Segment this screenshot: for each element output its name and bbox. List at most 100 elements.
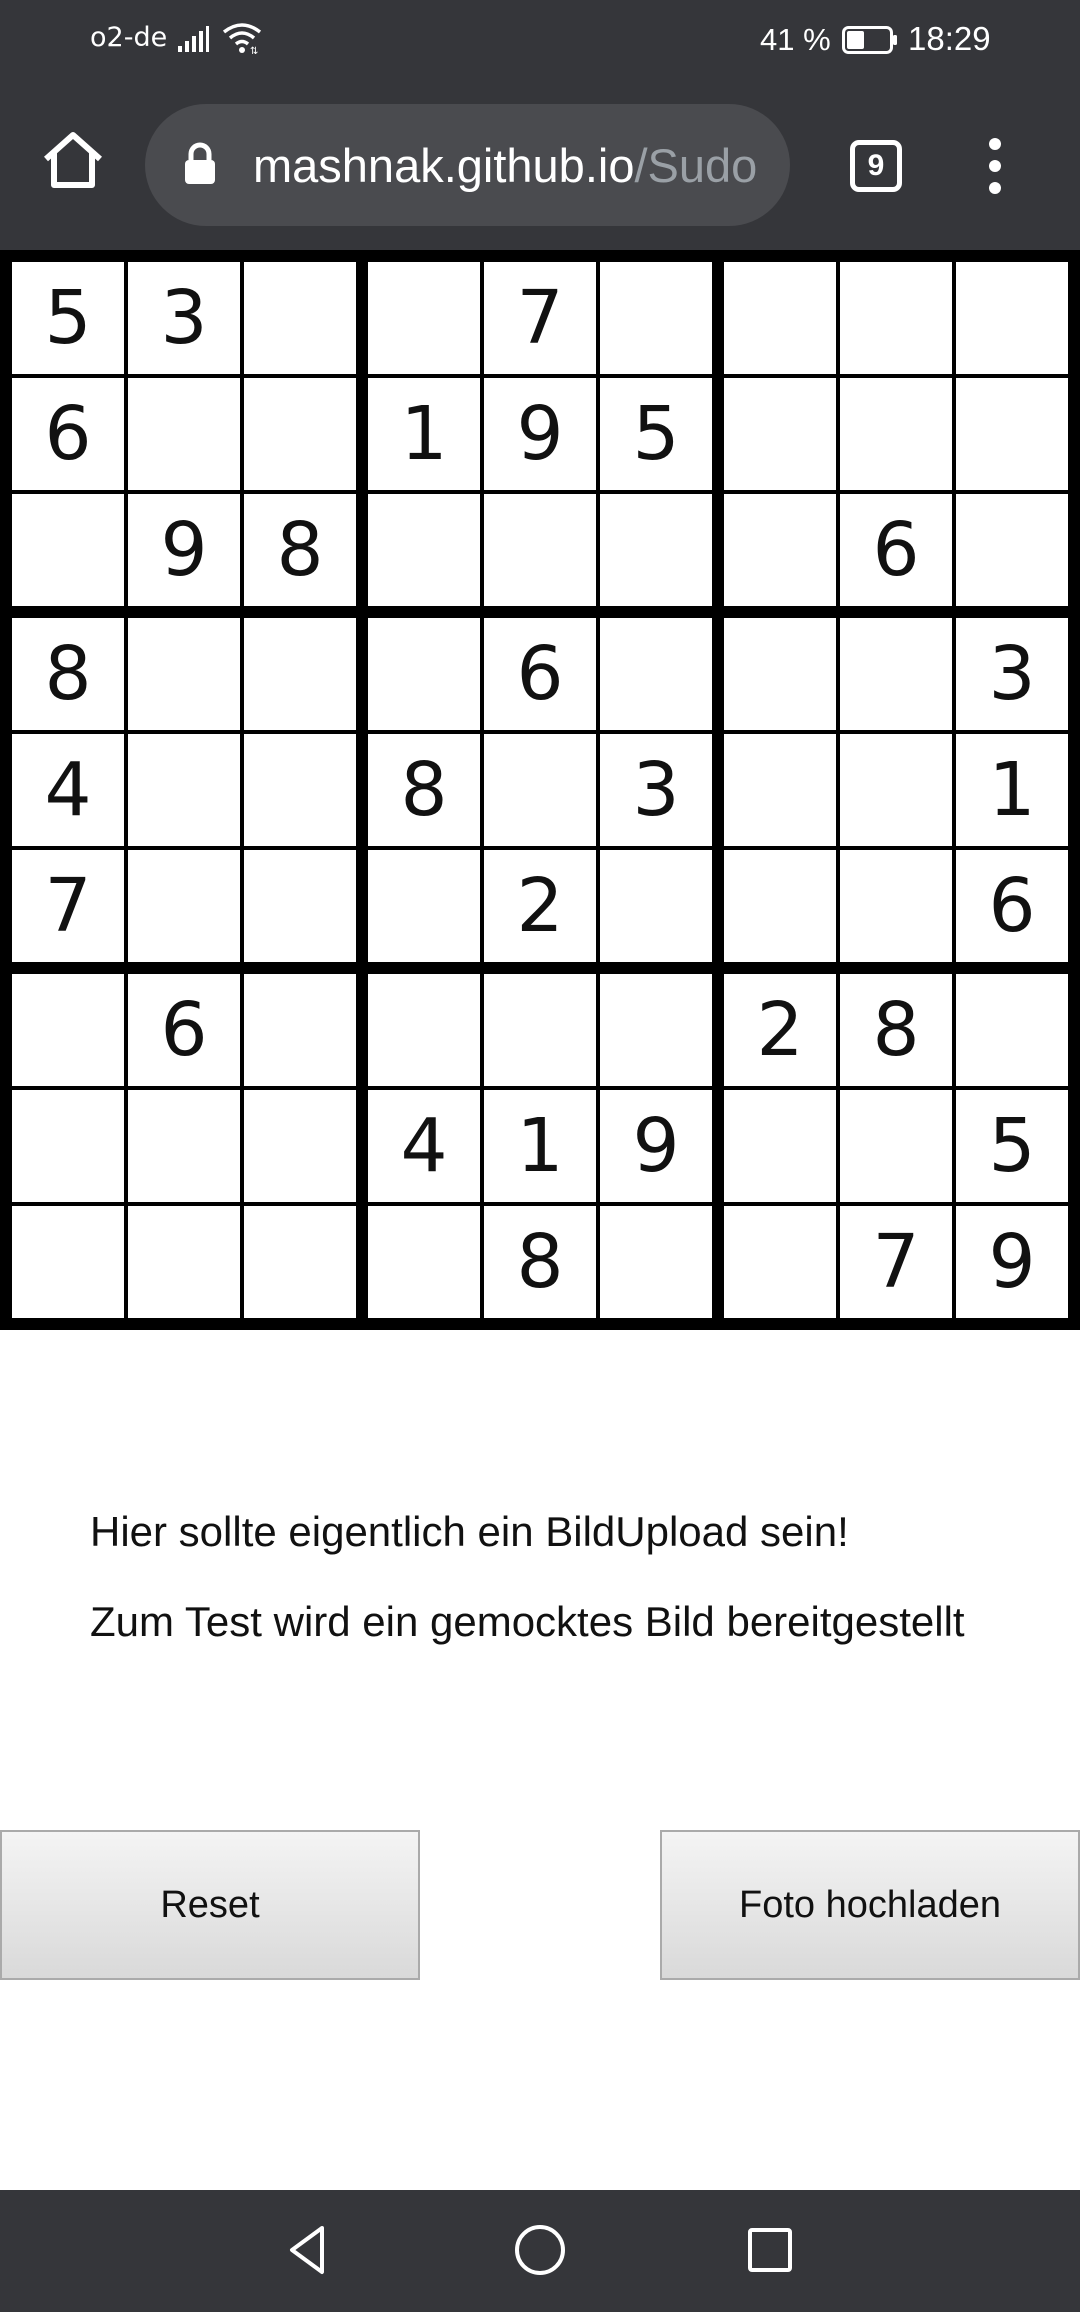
sudoku-cell[interactable] bbox=[244, 618, 356, 730]
sudoku-cell[interactable] bbox=[244, 1206, 356, 1318]
sudoku-cell[interactable] bbox=[724, 1090, 836, 1202]
sudoku-cell[interactable]: 3 bbox=[128, 262, 240, 374]
sudoku-cell[interactable] bbox=[128, 1206, 240, 1318]
sudoku-cell[interactable] bbox=[724, 850, 836, 962]
sudoku-cell[interactable]: 7 bbox=[12, 850, 124, 962]
sudoku-cell[interactable] bbox=[12, 1206, 124, 1318]
home-icon[interactable] bbox=[40, 127, 106, 193]
sudoku-cell[interactable]: 6 bbox=[12, 378, 124, 490]
sudoku-cell[interactable] bbox=[600, 1206, 712, 1318]
sudoku-cell[interactable]: 6 bbox=[956, 850, 1068, 962]
sudoku-cell[interactable] bbox=[724, 494, 836, 606]
sudoku-cell[interactable]: 5 bbox=[600, 378, 712, 490]
recents-icon[interactable] bbox=[740, 2220, 800, 2280]
sudoku-cell[interactable] bbox=[956, 494, 1068, 606]
sudoku-cell[interactable] bbox=[840, 850, 952, 962]
sudoku-cell[interactable]: 9 bbox=[956, 1206, 1068, 1318]
sudoku-cell[interactable]: 4 bbox=[12, 734, 124, 846]
url-bar[interactable]: mashnak.github.io/Sudo bbox=[145, 104, 790, 226]
sudoku-cell[interactable] bbox=[600, 494, 712, 606]
sudoku-cell[interactable]: 1 bbox=[484, 1090, 596, 1202]
url-host: mashnak.github.io bbox=[253, 139, 635, 192]
carrier-label: o2-de bbox=[90, 22, 168, 53]
sudoku-cell[interactable] bbox=[12, 974, 124, 1086]
sudoku-cell[interactable] bbox=[128, 850, 240, 962]
sudoku-cell[interactable] bbox=[600, 974, 712, 1086]
sudoku-cell[interactable] bbox=[368, 974, 480, 1086]
sudoku-cell[interactable]: 5 bbox=[956, 1090, 1068, 1202]
system-nav-bar bbox=[0, 2190, 1080, 2312]
sudoku-cell[interactable] bbox=[724, 262, 836, 374]
sudoku-cell[interactable]: 9 bbox=[600, 1090, 712, 1202]
sudoku-cell[interactable] bbox=[600, 850, 712, 962]
sudoku-cell[interactable] bbox=[724, 618, 836, 730]
sudoku-cell[interactable] bbox=[128, 378, 240, 490]
sudoku-cell[interactable]: 5 bbox=[12, 262, 124, 374]
sudoku-cell[interactable] bbox=[368, 850, 480, 962]
sudoku-cell[interactable]: 8 bbox=[840, 974, 952, 1086]
sudoku-cell[interactable] bbox=[840, 378, 952, 490]
sudoku-cell[interactable] bbox=[484, 974, 596, 1086]
sudoku-cell[interactable]: 6 bbox=[484, 618, 596, 730]
sudoku-cell[interactable] bbox=[840, 734, 952, 846]
sudoku-cell[interactable]: 1 bbox=[368, 378, 480, 490]
sudoku-cell[interactable] bbox=[128, 734, 240, 846]
more-vert-icon[interactable] bbox=[980, 138, 1010, 194]
sudoku-cell[interactable] bbox=[244, 1090, 356, 1202]
sudoku-cell[interactable]: 4 bbox=[368, 1090, 480, 1202]
sudoku-cell[interactable] bbox=[244, 974, 356, 1086]
sudoku-cell[interactable]: 6 bbox=[840, 494, 952, 606]
sudoku-cell[interactable]: 8 bbox=[244, 494, 356, 606]
sudoku-cell[interactable]: 9 bbox=[128, 494, 240, 606]
sudoku-cell[interactable] bbox=[244, 734, 356, 846]
upload-photo-button[interactable]: Foto hochladen bbox=[660, 1830, 1080, 1980]
sudoku-cell[interactable]: 3 bbox=[600, 734, 712, 846]
status-time: 18:29 bbox=[908, 20, 991, 57]
sudoku-cell[interactable] bbox=[244, 378, 356, 490]
sudoku-cell[interactable]: 6 bbox=[128, 974, 240, 1086]
sudoku-cell[interactable]: 3 bbox=[956, 618, 1068, 730]
battery-icon bbox=[842, 26, 897, 54]
sudoku-cell[interactable] bbox=[724, 378, 836, 490]
sudoku-cell[interactable] bbox=[724, 734, 836, 846]
sudoku-cell[interactable] bbox=[840, 1090, 952, 1202]
sudoku-cell[interactable] bbox=[12, 494, 124, 606]
sudoku-cell[interactable] bbox=[368, 618, 480, 730]
info-line-2: Zum Test wird ein gemocktes Bild bereitg… bbox=[90, 1598, 965, 1645]
sudoku-cell[interactable] bbox=[128, 1090, 240, 1202]
sudoku-cell[interactable] bbox=[956, 262, 1068, 374]
sudoku-cell[interactable] bbox=[368, 494, 480, 606]
sudoku-cell[interactable] bbox=[600, 262, 712, 374]
sudoku-cell[interactable] bbox=[244, 262, 356, 374]
sudoku-cell[interactable] bbox=[956, 378, 1068, 490]
sudoku-cell[interactable]: 8 bbox=[484, 1206, 596, 1318]
sudoku-cell[interactable] bbox=[956, 974, 1068, 1086]
sudoku-cell[interactable]: 7 bbox=[840, 1206, 952, 1318]
sudoku-cell[interactable] bbox=[840, 618, 952, 730]
tabs-icon[interactable]: 9 bbox=[850, 140, 902, 192]
browser-toolbar: mashnak.github.io/Sudo 9 bbox=[0, 82, 1080, 250]
sudoku-cell[interactable] bbox=[484, 734, 596, 846]
sudoku-cell[interactable] bbox=[12, 1090, 124, 1202]
sudoku-cell[interactable] bbox=[484, 494, 596, 606]
sudoku-cell[interactable] bbox=[724, 1206, 836, 1318]
sudoku-cell[interactable] bbox=[368, 1206, 480, 1318]
sudoku-cell[interactable] bbox=[244, 850, 356, 962]
sudoku-cell[interactable]: 2 bbox=[484, 850, 596, 962]
sudoku-cell[interactable] bbox=[368, 262, 480, 374]
sudoku-cell[interactable]: 8 bbox=[12, 618, 124, 730]
info-line-1: Hier sollte eigentlich ein BildUpload se… bbox=[90, 1508, 849, 1555]
sudoku-cell[interactable]: 9 bbox=[484, 378, 596, 490]
sudoku-cell[interactable]: 8 bbox=[368, 734, 480, 846]
lock-icon bbox=[185, 142, 215, 184]
reset-button[interactable]: Reset bbox=[0, 1830, 420, 1980]
battery-percent: 41 % bbox=[760, 22, 831, 57]
back-icon[interactable] bbox=[278, 2220, 338, 2280]
sudoku-cell[interactable]: 1 bbox=[956, 734, 1068, 846]
sudoku-cell[interactable] bbox=[128, 618, 240, 730]
sudoku-cell[interactable] bbox=[840, 262, 952, 374]
sudoku-cell[interactable] bbox=[600, 618, 712, 730]
sudoku-cell[interactable]: 2 bbox=[724, 974, 836, 1086]
sudoku-cell[interactable]: 7 bbox=[484, 262, 596, 374]
home-circle-icon[interactable] bbox=[510, 2220, 570, 2280]
